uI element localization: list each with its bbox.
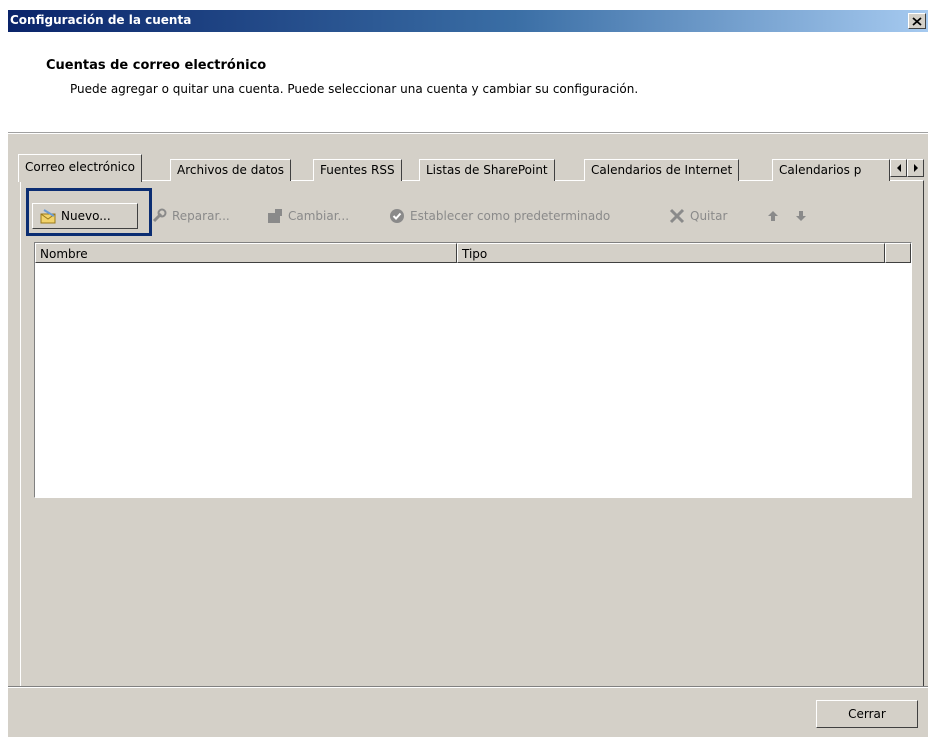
column-header-filler [885,243,911,263]
tab-published-calendars[interactable]: Calendarios p [772,159,890,181]
accounts-list[interactable]: Nombre Tipo [34,242,912,498]
tab-email[interactable]: Correo electrónico [18,154,142,182]
repair-button-label: Reparar... [172,209,230,223]
account-toolbar: Nuevo... Reparar... Cambiar... Establece… [26,197,906,237]
new-mail-icon [39,207,57,225]
check-circle-icon [388,207,406,225]
title-bar[interactable]: Configuración de la cuenta [8,10,928,32]
move-down-button[interactable] [792,203,814,229]
set-default-button[interactable]: Establecer como predeterminado [388,203,610,229]
header-heading: Cuentas de correo electrónico [46,58,267,73]
header-description: Puede agregar o quitar una cuenta. Puede… [70,82,639,96]
tab-scroll-buttons [890,159,924,177]
move-up-button[interactable] [764,203,786,229]
tab-data-files[interactable]: Archivos de datos [170,159,292,181]
remove-button-label: Quitar [690,209,728,223]
arrow-up-icon [764,207,782,225]
remove-button[interactable]: Quitar [668,203,727,229]
dialog-header: Cuentas de correo electrónico Puede agre… [8,32,928,132]
change-button[interactable]: Cambiar... [266,203,349,229]
list-header: Nombre Tipo [35,243,911,263]
change-icon [266,207,284,225]
tab-rss-feeds[interactable]: Fuentes RSS [313,159,402,181]
arrow-right-icon [913,164,918,172]
wrench-icon [150,207,168,225]
change-button-label: Cambiar... [288,209,350,223]
x-icon [668,207,686,225]
window-title: Configuración de la cuenta [10,13,192,27]
repair-button[interactable]: Reparar... [150,203,230,229]
tab-scroll-right-button[interactable] [907,159,924,177]
set-default-button-label: Establecer como predeterminado [410,209,611,223]
column-header-type[interactable]: Tipo [457,243,885,263]
tab-internet-calendars[interactable]: Calendarios de Internet [584,159,740,181]
new-account-button[interactable]: Nuevo... [32,203,138,229]
close-icon [912,16,922,26]
new-button-label: Nuevo... [61,209,111,223]
close-window-button[interactable] [908,13,926,29]
arrow-left-icon [896,164,901,172]
tab-scroll-left-button[interactable] [890,159,907,177]
close-button[interactable]: Cerrar [816,700,918,728]
tab-strip: Correo electrónico Archivos de datos Fue… [18,153,924,182]
arrow-down-icon [792,207,810,225]
footer-separator [8,686,928,688]
account-settings-dialog: Configuración de la cuenta Cuentas de co… [0,0,934,737]
tab-sharepoint-lists[interactable]: Listas de SharePoint [419,159,555,181]
column-header-name[interactable]: Nombre [35,243,457,263]
